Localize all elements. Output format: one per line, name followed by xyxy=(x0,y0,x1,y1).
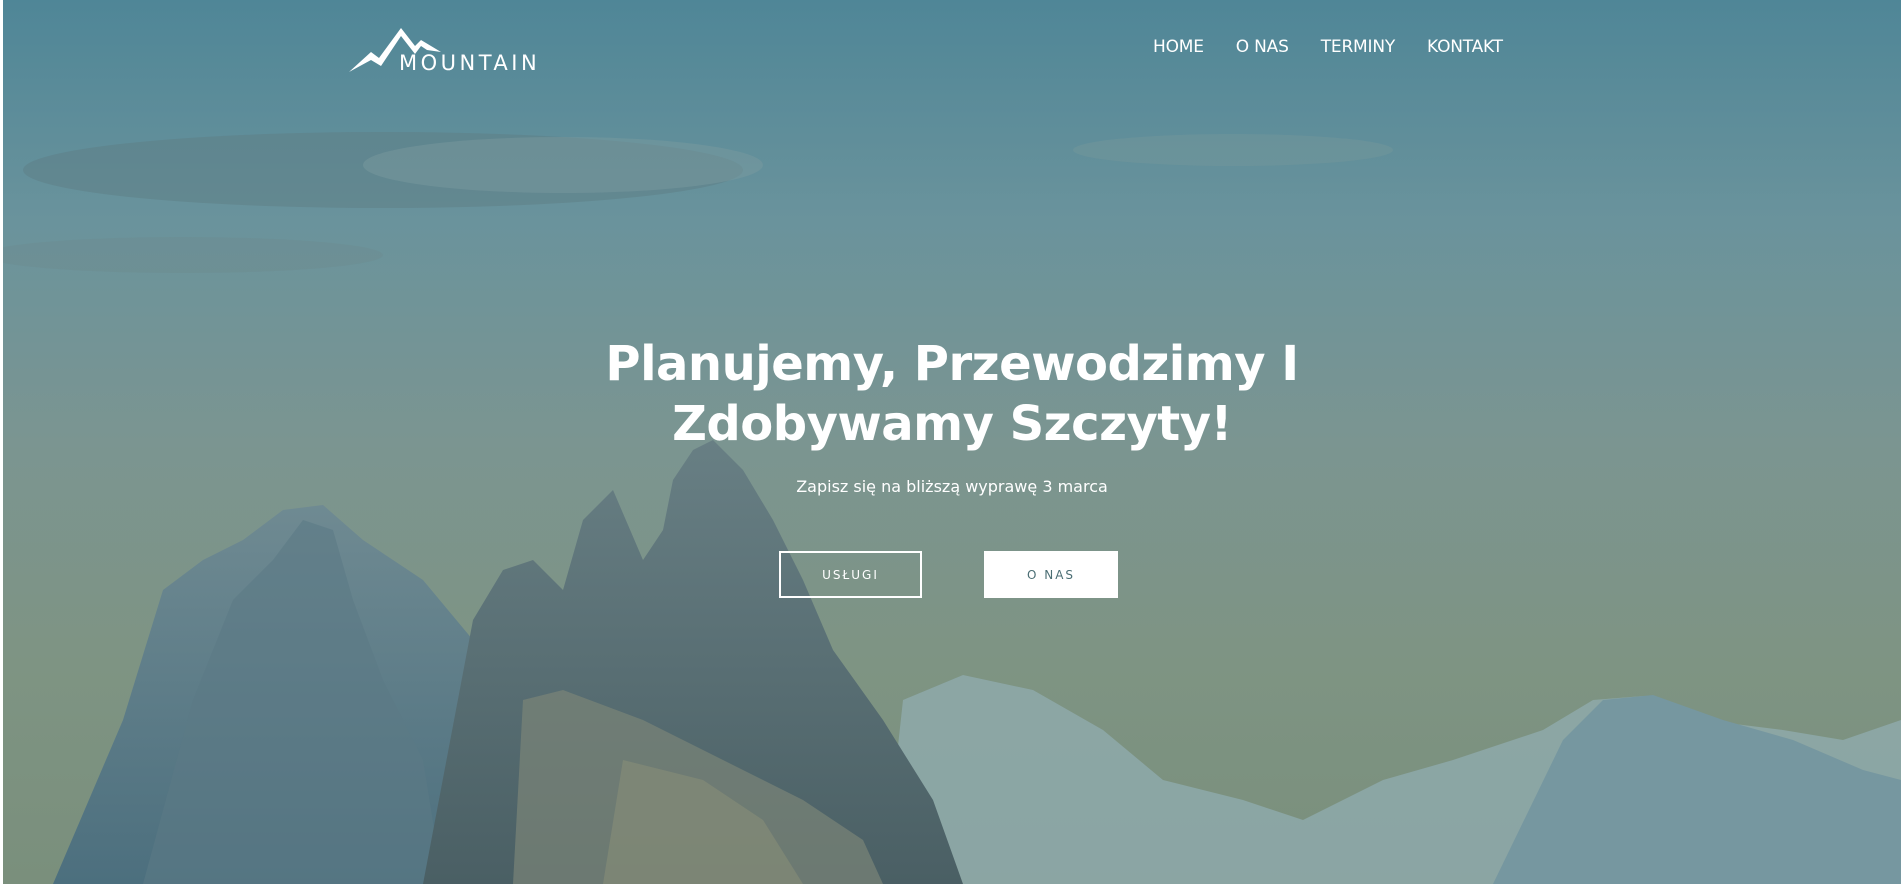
uslugi-button[interactable]: USŁUGI xyxy=(779,551,922,598)
nav-item-o-nas[interactable]: O NAS xyxy=(1236,37,1289,61)
hero-subheadline: Zapisz się na bliższą wyprawę 3 marca xyxy=(796,477,1108,496)
logo-text: MOUNTAIN xyxy=(399,51,541,75)
hero-headline-line-1: Planujemy, Przewodzimy I xyxy=(605,336,1299,392)
top-navigation-bar: MOUNTAIN HOME O NAS TERMINY KONTAKT xyxy=(3,0,1901,100)
hero-headline: Planujemy, Przewodzimy I Zdobywamy Szczy… xyxy=(452,334,1452,454)
main-nav: HOME O NAS TERMINY KONTAKT xyxy=(1153,37,1535,61)
nav-item-kontakt[interactable]: KONTAKT xyxy=(1427,37,1503,61)
o-nas-button[interactable]: O NAS xyxy=(984,551,1118,598)
nav-item-home[interactable]: HOME xyxy=(1153,37,1204,61)
nav-item-terminy[interactable]: TERMINY xyxy=(1321,37,1396,61)
hero-headline-line-2: Zdobywamy Szczyty! xyxy=(672,396,1232,452)
hero-section: MOUNTAIN HOME O NAS TERMINY KONTAKT Plan… xyxy=(3,0,1901,884)
site-logo[interactable]: MOUNTAIN xyxy=(349,24,539,76)
